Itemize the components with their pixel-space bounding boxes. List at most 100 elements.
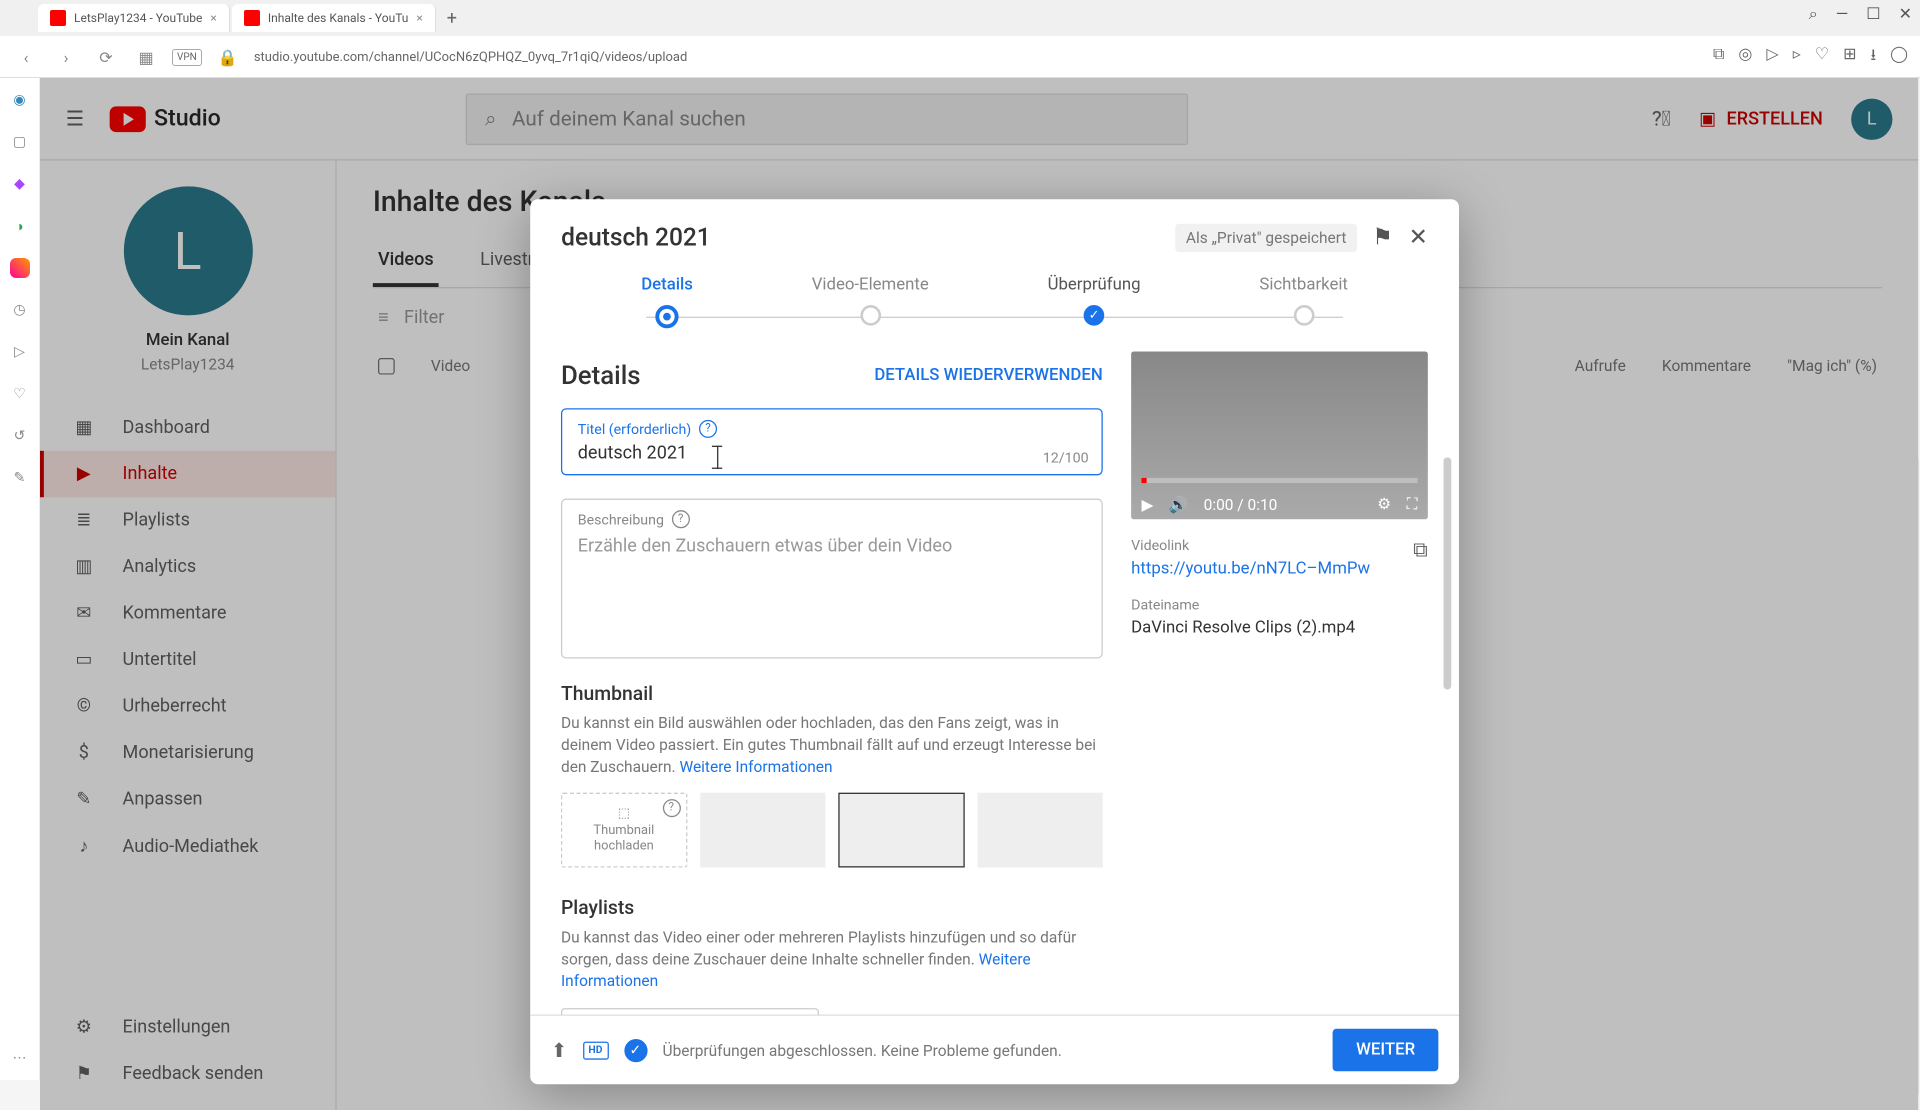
instagram-icon[interactable] xyxy=(10,258,30,278)
help-icon[interactable]: ? xyxy=(662,800,680,818)
thumbnail-option[interactable] xyxy=(977,793,1103,868)
close-icon[interactable]: × xyxy=(416,11,422,25)
dialog-scrollbar[interactable] xyxy=(1444,457,1454,1007)
preview-column: ▶ 🔊 0:00 / 0:10 ⚙ ⛶ Videolink ht xyxy=(1131,351,1428,988)
heart-icon[interactable]: ♡ xyxy=(1815,44,1829,71)
stepper: Details Video-Elemente Überprüfung Sicht… xyxy=(530,268,1459,352)
section-header: Details DETAILS WIEDERVERWENDEN xyxy=(561,359,1103,390)
minimize-icon[interactable]: — xyxy=(1836,4,1849,24)
step-elements[interactable]: Video-Elemente xyxy=(812,275,929,328)
step-dot xyxy=(860,305,881,326)
favorites-icon[interactable]: ♡ xyxy=(10,384,30,404)
browser-tab[interactable]: Inhalte des Kanals - YouTu × xyxy=(232,4,436,32)
bookmark-icon[interactable]: ▷ xyxy=(1766,44,1778,71)
upload-thumbnail-button[interactable]: ⬚ Thumbnail hochladen ? xyxy=(561,793,687,868)
fullscreen-icon[interactable]: ⛶ xyxy=(1407,495,1418,514)
clock-icon[interactable]: ◷ xyxy=(10,300,30,320)
send-icon[interactable]: ▹ xyxy=(1793,44,1801,71)
close-icon[interactable]: × xyxy=(210,11,216,25)
browser-tab[interactable]: LetsPlay1234 - YouTube × xyxy=(38,4,230,32)
title-field[interactable]: Titel (erforderlich) ? 12/100 xyxy=(561,408,1103,475)
tabs-icon[interactable]: ◉ xyxy=(10,90,30,110)
close-icon[interactable]: ✕ xyxy=(1409,224,1428,251)
description-field[interactable]: Beschreibung ? xyxy=(561,499,1103,659)
field-label: Beschreibung ? xyxy=(578,510,1086,528)
snapshot-icon[interactable]: ⧉ xyxy=(1713,44,1724,71)
opera-sidebar: ◉ ▢ ◆ ◑ ◷ ▷ ♡ ↺ ✎ ⋯ xyxy=(0,78,40,1080)
more-info-link[interactable]: Weitere Informationen xyxy=(680,757,833,775)
copy-icon[interactable]: ⧉ xyxy=(1413,537,1428,563)
thumbnail-option[interactable] xyxy=(700,793,826,868)
step-visibility[interactable]: Sichtbarkeit xyxy=(1259,275,1348,328)
playlists-heading: Playlists xyxy=(561,896,1103,919)
filename-value: DaVinci Resolve Clips (2).mp4 xyxy=(1131,619,1428,638)
more-icon[interactable]: ⋯ xyxy=(10,1048,30,1068)
address-bar: ‹ › ⟳ ▦ VPN 🔒 studio.youtube.com/channel… xyxy=(0,36,1920,78)
details-heading: Details xyxy=(561,359,641,390)
video-link[interactable]: https://youtu.be/nN7LC–MmPw xyxy=(1131,559,1370,578)
player-icon[interactable]: ▷ xyxy=(10,342,30,362)
history-icon[interactable]: ↺ xyxy=(10,426,30,446)
playlists-desc: Du kannst das Video einer oder mehreren … xyxy=(561,927,1103,992)
volume-icon[interactable]: 🔊 xyxy=(1169,495,1188,513)
playlist-select[interactable]: Auswählen ▾ xyxy=(561,1008,819,1015)
download-icon[interactable]: ⭳ xyxy=(1870,44,1876,71)
dialog-body: Details DETAILS WIEDERVERWENDEN Titel (e… xyxy=(530,351,1459,1014)
thumbnail-heading: Thumbnail xyxy=(561,682,1103,705)
thumbnail-option[interactable] xyxy=(839,793,965,868)
tab-title: Inhalte des Kanals - YouTu xyxy=(268,11,409,25)
messenger-icon[interactable]: ◆ xyxy=(10,174,30,194)
youtube-favicon xyxy=(244,10,260,26)
reuse-details-link[interactable]: DETAILS WIEDERVERWENDEN xyxy=(875,365,1103,384)
upload-icon[interactable]: ⬆ xyxy=(551,1038,567,1061)
tab-title: LetsPlay1234 - YouTube xyxy=(74,11,202,25)
step-details[interactable]: Details xyxy=(641,275,693,328)
description-input[interactable] xyxy=(578,528,1086,644)
tab-bar: LetsPlay1234 - YouTube × Inhalte des Kan… xyxy=(0,0,1920,36)
search-icon[interactable]: ⌕ xyxy=(1809,4,1818,24)
help-icon[interactable]: ? xyxy=(672,510,690,528)
maximize-icon[interactable]: ☐ xyxy=(1866,4,1880,24)
dialog-title: deutsch 2021 xyxy=(561,222,711,252)
footer-status: Überprüfungen abgeschlossen. Keine Probl… xyxy=(663,1041,1062,1059)
speed-dial-icon[interactable]: ▦ xyxy=(132,43,160,71)
save-status: Als „Privat" gespeichert xyxy=(1176,223,1357,251)
videolink-block: Videolink https://youtu.be/nN7LC–MmPw ⧉ xyxy=(1131,537,1428,578)
browser-chrome: LetsPlay1234 - YouTube × Inhalte des Kan… xyxy=(0,0,1920,78)
pinboard-icon[interactable]: ✎ xyxy=(10,468,30,488)
scroll-thumb[interactable] xyxy=(1444,457,1452,689)
help-icon[interactable]: ? xyxy=(699,420,717,438)
forward-button[interactable]: › xyxy=(52,43,80,71)
next-button[interactable]: WEITER xyxy=(1333,1029,1438,1072)
title-input[interactable] xyxy=(578,438,1086,466)
extensions-icon[interactable]: ⊞ xyxy=(1843,44,1856,71)
videolink-label: Videolink xyxy=(1131,537,1370,554)
profile-icon[interactable]: ◯ xyxy=(1890,44,1908,71)
filename-label: Dateiname xyxy=(1131,597,1428,614)
reload-button[interactable]: ⟳ xyxy=(92,43,120,71)
video-preview[interactable]: ▶ 🔊 0:00 / 0:10 ⚙ ⛶ xyxy=(1131,351,1428,519)
history-icon[interactable]: ▢ xyxy=(10,132,30,152)
dialog-footer: ⬆ HD ✓ Überprüfungen abgeschlossen. Kein… xyxy=(530,1015,1459,1085)
step-dot xyxy=(655,305,678,328)
video-controls: ▶ 🔊 0:00 / 0:10 ⚙ ⛶ xyxy=(1142,495,1418,514)
play-icon[interactable]: ▶ xyxy=(1142,495,1154,513)
text-cursor xyxy=(717,446,718,469)
window-controls: ⌕ — ☐ ✕ xyxy=(1809,4,1912,24)
back-button[interactable]: ‹ xyxy=(12,43,40,71)
close-icon[interactable]: ✕ xyxy=(1899,4,1912,24)
lock-icon[interactable]: 🔒 xyxy=(214,43,242,71)
image-icon: ⬚ xyxy=(618,807,630,821)
camera-icon[interactable]: ◎ xyxy=(1738,44,1752,71)
vpn-badge[interactable]: VPN xyxy=(172,49,202,66)
upload-dialog: deutsch 2021 Als „Privat" gespeichert ⚑ … xyxy=(530,199,1459,1084)
hd-icon: HD xyxy=(583,1041,609,1059)
whatsapp-icon[interactable]: ◑ xyxy=(10,216,30,236)
thumbnail-desc: Du kannst ein Bild auswählen oder hochla… xyxy=(561,713,1103,778)
new-tab-button[interactable]: + xyxy=(438,8,466,29)
url-field[interactable]: studio.youtube.com/channel/UCocN6zQPHQZ_… xyxy=(254,50,1701,65)
progress-bar[interactable] xyxy=(1142,478,1418,483)
feedback-icon[interactable]: ⚑ xyxy=(1372,224,1393,251)
gear-icon[interactable]: ⚙ xyxy=(1378,495,1392,514)
step-checks[interactable]: Überprüfung xyxy=(1048,275,1141,328)
